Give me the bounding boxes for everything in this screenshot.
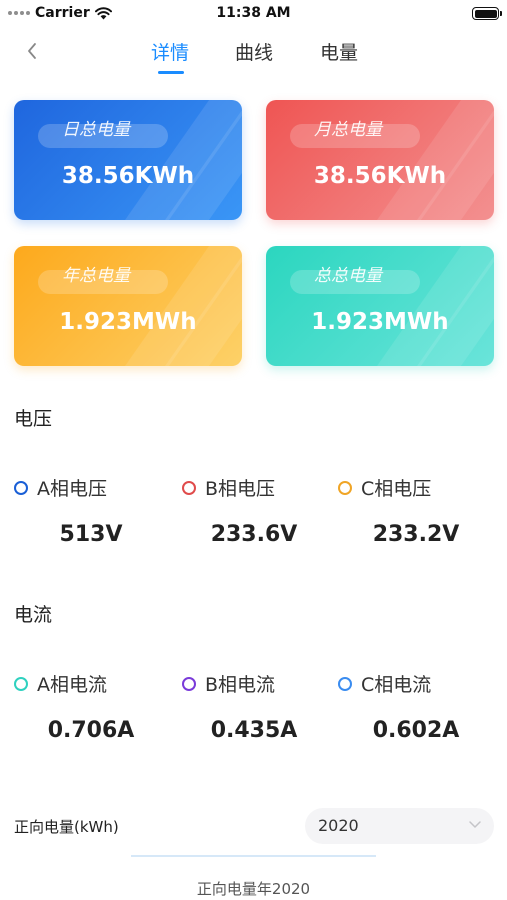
metric-label: A相电压 xyxy=(37,478,107,500)
forward-energy-label: 正向电量(kWh) xyxy=(14,818,119,836)
chart-title: 正向电量年2020 xyxy=(196,880,311,898)
metric-label: C相电压 xyxy=(361,478,432,500)
card-value: 1.923MWh xyxy=(59,309,197,335)
metric-value: 0.602A xyxy=(372,718,460,743)
metric-label: C相电流 xyxy=(361,674,432,696)
phase-c-current: C相电流 0.602A xyxy=(338,670,498,743)
card-label: 总总电量 xyxy=(314,266,382,286)
card-label: 年总电量 xyxy=(62,266,130,286)
status-time: 11:38 AM xyxy=(216,5,291,21)
metric-value: 233.2V xyxy=(372,522,460,547)
phase-c-voltage: C相电压 233.2V xyxy=(338,474,498,547)
card-value: 1.923MWh xyxy=(311,309,449,335)
back-button[interactable] xyxy=(22,38,46,64)
phase-dot-icon xyxy=(14,676,28,691)
tab-energy[interactable]: 电量 xyxy=(320,38,358,65)
active-tab-indicator xyxy=(158,71,184,74)
status-bar: Carrier 11:38 AM xyxy=(0,0,507,28)
top-nav: 详情 曲线 电量 xyxy=(0,28,507,78)
chevron-down-icon xyxy=(469,821,481,828)
metric-value: 0.435A xyxy=(210,718,298,743)
daily-energy-card[interactable]: 日总电量 38.56KWh xyxy=(14,100,242,220)
card-label: 日总电量 xyxy=(62,120,130,140)
phase-a-current: A相电流 0.706A xyxy=(14,670,174,743)
card-value: 38.56KWh xyxy=(313,163,447,189)
battery-icon xyxy=(472,7,502,20)
phase-dot-icon xyxy=(182,676,196,691)
year-select-value: 2020 xyxy=(318,816,359,835)
phase-a-voltage: A相电压 513V xyxy=(14,474,174,547)
monthly-energy-card[interactable]: 月总电量 38.56KWh xyxy=(266,100,494,220)
year-select[interactable]: 2020 xyxy=(305,808,494,844)
tab-curve[interactable]: 曲线 xyxy=(235,38,273,65)
phase-b-current: B相电流 0.435A xyxy=(182,670,342,743)
chevron-left-icon xyxy=(28,43,36,59)
phase-dot-icon xyxy=(182,480,196,495)
phase-dot-icon xyxy=(338,676,352,691)
card-value: 38.56KWh xyxy=(61,163,195,189)
card-label: 月总电量 xyxy=(314,120,382,140)
tab-details[interactable]: 详情 xyxy=(151,38,189,65)
metric-label: B相电压 xyxy=(205,478,276,500)
metric-label: A相电流 xyxy=(37,674,107,696)
total-energy-card[interactable]: 总总电量 1.923MWh xyxy=(266,246,494,366)
current-section-title: 电流 xyxy=(14,604,53,626)
metric-value: 233.6V xyxy=(210,522,298,547)
metric-value: 0.706A xyxy=(47,718,135,743)
metric-value: 513V xyxy=(59,522,123,547)
yearly-energy-card[interactable]: 年总电量 1.923MWh xyxy=(14,246,242,366)
phase-dot-icon xyxy=(14,480,28,495)
divider xyxy=(131,855,376,857)
voltage-section-title: 电压 xyxy=(14,408,53,430)
phase-b-voltage: B相电压 233.6V xyxy=(182,474,342,547)
metric-label: B相电流 xyxy=(205,674,276,696)
phase-dot-icon xyxy=(338,480,352,495)
